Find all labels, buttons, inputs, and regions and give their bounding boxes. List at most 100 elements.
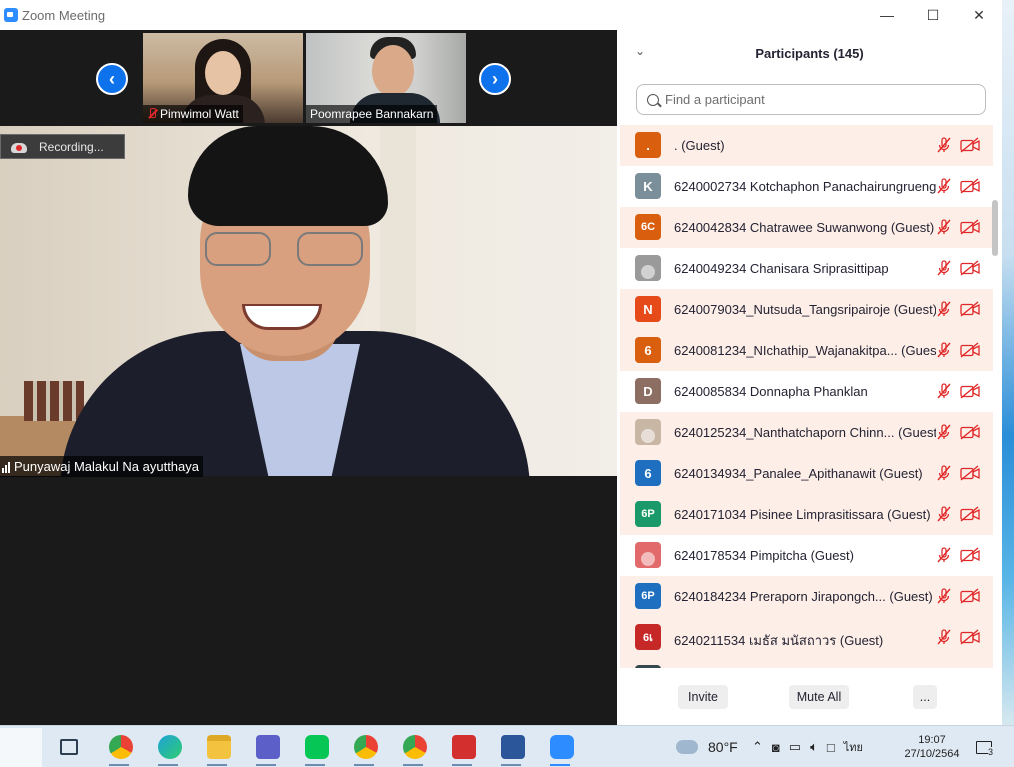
- thumbnail-name: Poomrapee Bannakarn: [310, 107, 434, 121]
- participant-name: 6240085834 Donnapha Phanklan: [674, 384, 868, 399]
- participant-row[interactable]: 6240125234_Nanthatchaporn Chinn... (Gues…: [620, 412, 993, 453]
- line-icon[interactable]: [305, 735, 329, 759]
- weather-widget[interactable]: 80°F: [676, 726, 738, 767]
- mic-muted-icon[interactable]: [936, 260, 952, 276]
- video-off-icon[interactable]: [960, 260, 980, 276]
- participant-row[interactable]: 6 6240081234_NIchathip_Wajanakitpa... (Gu…: [620, 330, 993, 371]
- participant-name: 6240178534 Pimpitcha (Guest): [674, 548, 854, 563]
- participant-row[interactable]: N 6240079034_Nutsuda_Tangsripairoje (Gues…: [620, 289, 993, 330]
- start-area[interactable]: [0, 728, 42, 767]
- mute-all-button[interactable]: Mute All: [789, 685, 849, 709]
- notification-center-button[interactable]: 3: [976, 726, 994, 767]
- video-off-icon[interactable]: [960, 506, 980, 522]
- previous-page-button[interactable]: ‹: [96, 63, 128, 95]
- language-indicator[interactable]: ไทย: [844, 738, 863, 756]
- video-off-icon[interactable]: [960, 588, 980, 604]
- video-off-icon[interactable]: [960, 137, 980, 153]
- participant-row[interactable]: 6C 6240042834 Chatrawee Suwanwong (Guest): [620, 207, 993, 248]
- participant-row[interactable]: 6P 6240171034 Pisinee Limprasitissara (Gu…: [620, 494, 993, 535]
- network-icon[interactable]: □: [827, 740, 835, 755]
- participant-thumbnail[interactable]: Pimwimol Watt: [143, 33, 303, 123]
- tray-overflow-chevron-icon[interactable]: ⌃: [752, 739, 763, 755]
- participant-search[interactable]: [636, 84, 986, 115]
- mic-muted-icon[interactable]: [936, 137, 952, 153]
- word-icon[interactable]: [501, 735, 525, 759]
- participant-avatar: .: [635, 132, 661, 158]
- participant-row[interactable]: 6P 6240184234 Preraporn Jirapongch... (Gu…: [620, 576, 993, 617]
- clock[interactable]: 19:07 27/10/2564: [904, 726, 960, 767]
- list-scrollbar[interactable]: [992, 200, 998, 256]
- mic-muted-icon: [147, 108, 157, 120]
- desktop-background: [1002, 0, 1014, 725]
- more-options-button[interactable]: ...: [913, 685, 937, 709]
- mic-muted-icon[interactable]: [936, 424, 952, 440]
- video-off-icon[interactable]: [960, 465, 980, 481]
- maximize-button[interactable]: ☐: [910, 0, 956, 30]
- participant-list[interactable]: . . (Guest) K 6240002734 Kotchaphon Panacha…: [617, 125, 1002, 668]
- chrome-profile-icon[interactable]: [354, 735, 378, 759]
- clock-date: 27/10/2564: [904, 748, 960, 760]
- participant-row[interactable]: 6240049234 Chanisara Sriprasittipap: [620, 248, 993, 289]
- participant-name: 6240171034 Pisinee Limprasitissara (Gues…: [674, 507, 931, 522]
- mic-muted-icon[interactable]: [936, 588, 952, 604]
- participants-header: ⌄ Participants (145): [617, 30, 1002, 76]
- mic-muted-icon[interactable]: [936, 178, 952, 194]
- mic-muted-icon[interactable]: [936, 629, 952, 645]
- participant-avatar: K: [635, 173, 661, 199]
- video-off-icon[interactable]: [960, 342, 980, 358]
- zoom-app-icon: [4, 8, 18, 22]
- mic-muted-icon[interactable]: [936, 342, 952, 358]
- chrome-icon[interactable]: [109, 735, 133, 759]
- file-explorer-icon[interactable]: [207, 735, 231, 759]
- participant-name: 6240002734 Kotchaphon Panachairungrueng: [674, 179, 936, 194]
- participant-row[interactable]: . . (Guest): [620, 125, 993, 166]
- video-off-icon[interactable]: [960, 178, 980, 194]
- video-off-icon[interactable]: [960, 301, 980, 317]
- participant-row[interactable]: 6 6240134934_Panalee_Apithanawit (Guest): [620, 453, 993, 494]
- acrobat-icon[interactable]: [452, 735, 476, 759]
- participant-avatar: 6W: [635, 665, 661, 668]
- teams-icon[interactable]: [256, 735, 280, 759]
- close-button[interactable]: ✕: [956, 0, 1002, 30]
- participant-name: 6240079034_Nutsuda_Tangsripairoje (Guest…: [674, 302, 936, 317]
- mic-muted-icon[interactable]: [936, 465, 952, 481]
- video-off-icon[interactable]: [960, 629, 980, 645]
- zoom-taskbar-icon[interactable]: [550, 735, 574, 759]
- collapse-chevron-icon[interactable]: ⌄: [635, 44, 645, 58]
- window-titlebar: Zoom Meeting — ☐ ✕: [0, 0, 1002, 30]
- participant-row[interactable]: 6W6240222034 Worapak Tangsu (Guest): [620, 658, 993, 668]
- minimize-button[interactable]: —: [864, 0, 910, 30]
- mic-muted-icon[interactable]: [936, 383, 952, 399]
- chrome-profile-icon[interactable]: [403, 735, 427, 759]
- participant-row[interactable]: 6240178534 Pimpitcha (Guest): [620, 535, 993, 576]
- search-input[interactable]: [665, 92, 965, 107]
- security-icon[interactable]: ◙: [772, 740, 780, 755]
- participants-panel: ⌄ Participants (145) . . (Guest) K 62400027…: [617, 30, 1002, 725]
- task-view-icon[interactable]: [60, 739, 78, 755]
- window-title: Zoom Meeting: [22, 7, 106, 23]
- notification-count: 3: [988, 747, 994, 757]
- mic-muted-icon[interactable]: [936, 219, 952, 235]
- participant-row[interactable]: D 6240085834 Donnapha Phanklan: [620, 371, 993, 412]
- mic-muted-icon[interactable]: [936, 301, 952, 317]
- next-page-button[interactable]: ›: [479, 63, 511, 95]
- volume-icon[interactable]: 🔈︎: [810, 739, 818, 755]
- speaker-name: Punyawaj Malakul Na ayutthaya: [14, 459, 199, 474]
- battery-icon[interactable]: ▭: [789, 739, 801, 755]
- thumbnail-name-label: Pimwimol Watt: [143, 105, 243, 123]
- participant-name: 6240134934_Panalee_Apithanawit (Guest): [674, 466, 923, 481]
- participant-row[interactable]: 6เ 6240211534 เมธัส มนัสถาวร (Guest): [620, 617, 993, 658]
- recording-indicator[interactable]: Recording...: [0, 134, 125, 159]
- edge-icon[interactable]: [158, 735, 182, 759]
- thumbnail-name: Pimwimol Watt: [160, 107, 239, 121]
- video-off-icon[interactable]: [960, 383, 980, 399]
- video-off-icon[interactable]: [960, 547, 980, 563]
- video-off-icon[interactable]: [960, 219, 980, 235]
- invite-button[interactable]: Invite: [678, 685, 728, 709]
- video-off-icon[interactable]: [960, 424, 980, 440]
- mic-muted-icon[interactable]: [936, 506, 952, 522]
- participant-row[interactable]: K 6240002734 Kotchaphon Panachairungrueng: [620, 166, 993, 207]
- participant-thumbnail[interactable]: Poomrapee Bannakarn: [306, 33, 466, 123]
- participant-avatar: 6เ: [635, 624, 661, 650]
- mic-muted-icon[interactable]: [936, 547, 952, 563]
